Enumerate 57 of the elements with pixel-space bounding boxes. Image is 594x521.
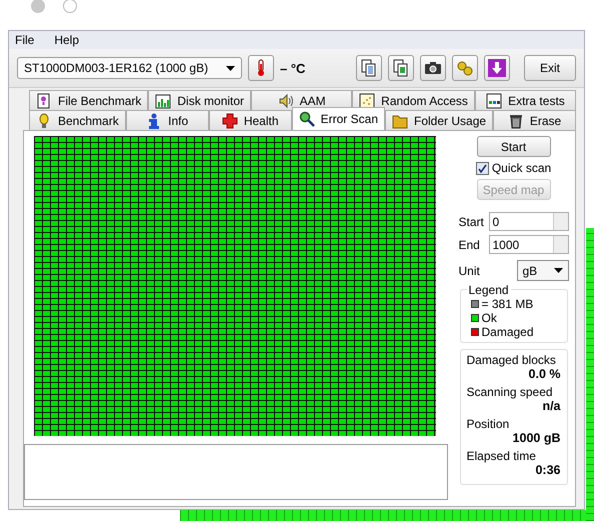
checkbox[interactable] <box>476 162 489 174</box>
copy-text-button[interactable] <box>356 55 382 81</box>
exit-button[interactable]: Exit <box>524 55 576 81</box>
tab[interactable]: Erase <box>493 110 576 130</box>
thermometer-button[interactable] <box>248 55 274 81</box>
caret-icon <box>554 268 562 273</box>
magnifier-icon <box>298 111 315 127</box>
tab[interactable]: Error Scan <box>292 107 385 130</box>
stat-label: Scanning speed <box>466 385 554 399</box>
end-field[interactable]: 1000 <box>488 235 568 254</box>
temperature-text: – °C <box>280 60 306 76</box>
stat-value: 1000 gB <box>512 431 560 445</box>
stat-label: Damaged blocks <box>466 353 557 367</box>
tab[interactable]: Extra tests <box>474 90 576 110</box>
stat-label: Position <box>466 417 510 431</box>
copy-text-icon <box>360 59 378 77</box>
menu-item[interactable]: File <box>15 33 34 47</box>
copy-image-button[interactable] <box>388 55 414 81</box>
drive-dropdown[interactable]: ST1000DM003-1ER162 (1000 gB) <box>17 57 242 79</box>
speaker-icon <box>278 92 294 108</box>
field-label: Unit <box>458 264 480 278</box>
legend-title: Legend <box>466 283 511 297</box>
stat-value: n/a <box>541 399 560 413</box>
start-button[interactable]: Start <box>476 136 550 157</box>
stat-value: 0:36 <box>534 463 560 477</box>
camera-button[interactable] <box>420 55 446 81</box>
camera-icon <box>424 59 442 77</box>
tab[interactable]: Disk monitor <box>148 90 252 110</box>
start-field[interactable]: 0 <box>488 212 568 231</box>
copy-image-icon <box>392 59 410 77</box>
field-label: End <box>458 238 481 252</box>
dots-icon <box>359 92 376 108</box>
tab[interactable]: Benchmark <box>29 110 126 130</box>
save-icon <box>488 59 506 77</box>
tab[interactable]: AAM <box>251 90 352 110</box>
radio-dot-icon <box>31 0 45 13</box>
field-label: Start <box>458 214 484 228</box>
menu-item[interactable]: Help <box>54 33 80 47</box>
tab[interactable]: Random Access <box>352 90 475 110</box>
stat-value: 0.0 % <box>528 367 560 381</box>
stat-label: Elapsed time <box>466 449 537 463</box>
legend-label: = 381 MB <box>482 297 534 311</box>
checkbox-label: Quick scan <box>492 161 552 175</box>
tab[interactable]: Info <box>126 110 209 130</box>
cross-icon <box>222 112 238 128</box>
trash-icon <box>508 112 524 128</box>
caret-icon <box>226 66 235 70</box>
unit-dropdown[interactable]: gB <box>516 260 568 281</box>
legend-label: Ok <box>482 311 497 325</box>
tab[interactable]: Folder Usage <box>385 110 494 130</box>
thermometer-icon <box>258 59 264 77</box>
save-button[interactable] <box>484 55 510 81</box>
chart-icon <box>155 92 172 108</box>
tab[interactable]: Health <box>208 110 292 130</box>
file-icon <box>36 92 52 108</box>
legend-label: Damaged <box>482 325 534 339</box>
tab[interactable]: File Benchmark <box>29 90 148 110</box>
